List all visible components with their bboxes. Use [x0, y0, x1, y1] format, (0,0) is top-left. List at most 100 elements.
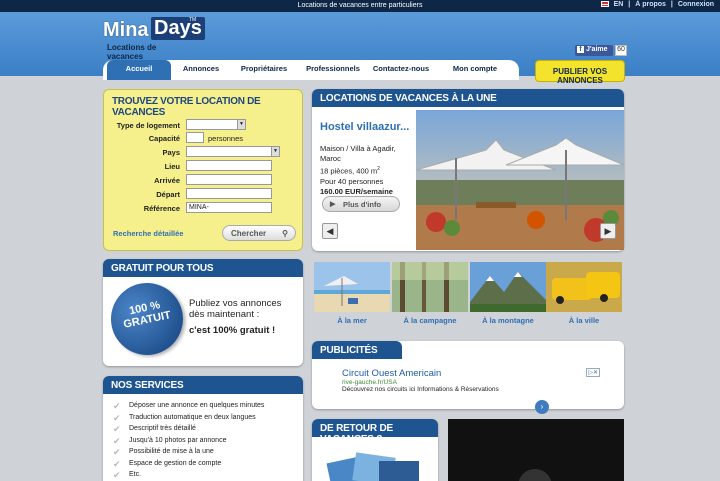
top-bar: Locations de vacances entre particuliers…	[0, 0, 720, 12]
video-player[interactable]	[448, 419, 624, 481]
list-item: Descriptif très détaillé	[113, 424, 264, 437]
reference-input[interactable]: MINA-	[186, 202, 272, 213]
about-link[interactable]: À propos	[635, 1, 666, 8]
listing-name[interactable]: Hostel villaazur...	[320, 121, 409, 133]
logo-subtitle: Locations de vacances	[107, 43, 157, 61]
logo-days: Days	[151, 17, 205, 40]
separator: |	[628, 1, 631, 8]
arrow-left-icon: ◀	[326, 226, 334, 236]
facebook-like: f J'aime 60	[575, 45, 627, 56]
free-highlight: c'est 100% gratuit !	[189, 325, 276, 336]
services-title: NOS SERVICES	[103, 376, 303, 394]
retour-title: DE RETOUR DE VACANCES ?	[312, 419, 438, 445]
category-city-link[interactable]: À la ville	[546, 316, 622, 325]
search-title: TROUVEZ VOTRE LOCATION DE VACANCES	[112, 96, 261, 118]
publish-ads-button[interactable]: PUBLIER VOS ANNONCES	[535, 60, 625, 85]
nav-accueil[interactable]: Accueil	[107, 60, 171, 80]
chevron-right-icon[interactable]: ›	[535, 400, 549, 414]
arrival-input[interactable]	[186, 174, 272, 185]
category-sea-link[interactable]: À la mer	[314, 316, 390, 325]
uk-flag-icon	[600, 1, 609, 8]
listing-size: 18 pièces, 400 m2	[320, 164, 396, 177]
services-list: Déposer une annonce en quelques minutes …	[113, 401, 264, 481]
ads-panel: PUBLICITÉS ▷✕ Circuit Ouest Americain ri…	[312, 341, 624, 414]
lang-link[interactable]: EN	[614, 1, 624, 8]
listing-type: Maison / Villa à Agadir,	[320, 144, 396, 153]
departure-label: Départ	[156, 190, 180, 199]
retour-panel: DE RETOUR DE VACANCES ?	[312, 419, 438, 481]
country-label: Pays	[162, 148, 180, 157]
list-item: Espace de gestion de compte	[113, 459, 264, 472]
logo-mina: Mina	[103, 19, 149, 41]
site-logo[interactable]: Mina Days TM Locations de vacances	[103, 17, 205, 61]
list-item: Etc.	[113, 470, 264, 481]
nav-professionnels[interactable]: Professionnels	[297, 64, 369, 73]
country-select[interactable]: ▼	[186, 146, 280, 157]
nav-proprietaires[interactable]: Propriétaires	[227, 64, 301, 73]
separator: |	[670, 1, 673, 8]
free-seal: 100 % GRATUIT	[104, 276, 190, 362]
facebook-icon: f	[577, 46, 584, 53]
more-info-button[interactable]: ▶ Plus d'info	[322, 196, 400, 212]
free-text: Publiez vos annonces dès maintenant :	[189, 298, 281, 320]
ad-url[interactable]: rive-gauche.fr/USA	[342, 379, 602, 386]
main-nav: Accueil Annonces Propriétaires Professio…	[103, 60, 519, 80]
size-sup: 2	[377, 166, 380, 172]
list-item: Traduction automatique en deux langues	[113, 413, 264, 426]
ads-title: PUBLICITÉS	[312, 341, 402, 359]
capacity-unit: personnes	[208, 134, 244, 143]
ad-unit[interactable]: Circuit Ouest Americain rive-gauche.fr/U…	[342, 368, 602, 414]
advanced-search-link[interactable]: Recherche détaillée	[113, 229, 183, 238]
ad-headline[interactable]: Circuit Ouest Americain	[342, 368, 602, 379]
facebook-like-button[interactable]: f J'aime	[575, 45, 613, 56]
search-button-label: Chercher	[231, 229, 267, 238]
list-item: Jusqu'à 10 photos par annonce	[113, 436, 264, 449]
ad-description: Découvrez nos circuits ici Informations …	[342, 386, 499, 393]
more-info-label: Plus d'info	[343, 200, 382, 209]
list-item: Possibilité de mise à la une	[113, 447, 264, 460]
category-mountain-image[interactable]	[470, 262, 546, 312]
category-city-image[interactable]	[546, 262, 622, 312]
arrow-right-icon: ▶	[604, 226, 612, 236]
listing-price: 160.00 EUR/semaine	[320, 186, 393, 196]
place-label: Lieu	[164, 162, 180, 171]
list-item: Déposer une annonce en quelques minutes	[113, 401, 264, 414]
departure-input[interactable]	[186, 188, 272, 199]
nav-mon-compte[interactable]: Mon compte	[443, 64, 507, 73]
size-text: 18 pièces, 400 m	[320, 166, 378, 176]
type-select[interactable]: ▼	[186, 119, 246, 130]
top-links: EN | À propos | Connexion	[598, 1, 714, 8]
category-countryside-link[interactable]: À la campagne	[392, 316, 468, 325]
featured-title: LOCATIONS DE VACANCES À LA UNE	[312, 89, 624, 107]
nav-contact[interactable]: Contactez-nous	[369, 64, 433, 73]
listing-capacity: Pour 40 personnes	[320, 176, 384, 186]
prev-arrow-button[interactable]: ◀	[322, 223, 338, 239]
reference-label: Référence	[143, 204, 180, 213]
listing-details: Maison / Villa à Agadir, Maroc 18 pièces…	[320, 144, 396, 197]
search-button[interactable]: Chercher ⚲	[222, 225, 296, 241]
category-countryside-image[interactable]	[392, 262, 468, 312]
free-title: GRATUIT POUR TOUS	[103, 259, 303, 277]
listing-photo[interactable]: ▶	[416, 110, 624, 250]
play-icon[interactable]	[518, 469, 552, 481]
like-label: J'aime	[586, 46, 608, 53]
arrival-label: Arrivée	[154, 176, 180, 185]
like-count: 60	[615, 45, 627, 56]
services-panel: NOS SERVICES Déposer une annonce en quel…	[103, 376, 303, 481]
play-icon: ▶	[330, 201, 336, 208]
type-label: Type de logement	[116, 121, 180, 130]
chevron-down-icon: ▼	[237, 120, 245, 129]
login-link[interactable]: Connexion	[678, 1, 714, 8]
free-line2: dès maintenant :	[189, 309, 260, 320]
free-line1: Publiez vos annonces	[189, 298, 282, 309]
search-icon: ⚲	[282, 229, 288, 238]
place-input[interactable]	[186, 160, 272, 171]
next-arrow-button[interactable]: ▶	[600, 223, 616, 239]
capacity-input[interactable]	[186, 132, 204, 143]
capacity-label: Capacité	[148, 134, 180, 143]
search-panel: TROUVEZ VOTRE LOCATION DE VACANCES Type …	[103, 89, 303, 251]
category-sea-image[interactable]	[314, 262, 390, 312]
logo-tm: TM	[189, 17, 197, 23]
nav-annonces[interactable]: Annonces	[173, 64, 229, 73]
category-mountain-link[interactable]: À la montagne	[470, 316, 546, 325]
